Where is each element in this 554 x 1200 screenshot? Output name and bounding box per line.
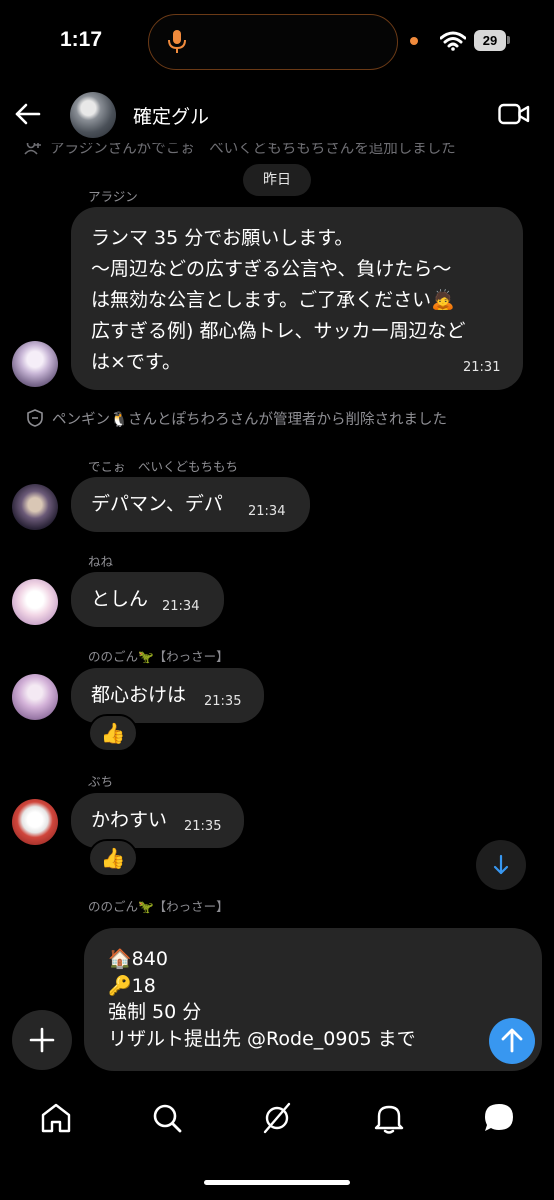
message-text: かわすい [91, 809, 168, 831]
message-text: ランマ 35 分でお願いします。 〜周辺などの広すぎる公言や、負けたら〜 は無効… [91, 223, 465, 378]
avatar[interactable] [12, 484, 58, 530]
message-line: 〜周辺などの広すぎる公言や、負けたら〜 [91, 258, 452, 280]
avatar[interactable] [12, 674, 58, 720]
message-line: は無効な公言とします。ご了承ください🙇 [91, 289, 455, 311]
message-time: 21:34 [162, 599, 200, 614]
message-text: としん [91, 588, 149, 610]
battery-tip [507, 36, 510, 44]
message-line: ランマ 35 分でお願いします。 [91, 227, 354, 249]
messages-icon[interactable] [482, 1101, 516, 1135]
message-bubble[interactable]: かわすい 21:35 [71, 793, 244, 848]
message-draft-text[interactable]: 🏠840 🔑18 強制 50 分 リザルト提出先 @Rode_0905 まで [108, 946, 416, 1052]
send-button[interactable] [489, 1018, 535, 1064]
arrow-up-icon [501, 1028, 523, 1053]
message-time: 21:34 [248, 504, 286, 519]
avatar[interactable] [12, 341, 58, 387]
message-input[interactable]: 🏠840 🔑18 強制 50 分 リザルト提出先 @Rode_0905 まで [84, 928, 542, 1071]
message-bubble[interactable]: としん 21:34 [71, 572, 224, 627]
sender-name: ぶち [88, 774, 114, 789]
bottom-navigation [0, 1085, 554, 1149]
battery-level: 29 [474, 30, 506, 51]
system-message-text: ペンギン🐧さんとぽちわろさんが管理者から削除されました [52, 412, 448, 428]
wifi-icon [440, 31, 466, 51]
admin-shield-icon [27, 409, 43, 427]
add-attachment-button[interactable] [12, 1010, 72, 1070]
microphone-icon [168, 30, 186, 53]
scroll-to-bottom-button[interactable] [476, 840, 526, 890]
message-text: デパマン、デパ [91, 493, 223, 515]
sender-name: でこぉ べいくどもちもち [88, 459, 239, 474]
reaction-thumbs-up[interactable]: 👍 [88, 714, 138, 752]
message-line: 広すぎる例) 都心偽トレ、サッカー周辺など [91, 320, 466, 342]
avatar[interactable] [12, 579, 58, 625]
arrow-down-icon [493, 854, 509, 875]
video-call-icon[interactable] [498, 102, 530, 126]
back-arrow-icon[interactable] [14, 100, 42, 128]
avatar[interactable] [12, 799, 58, 845]
reply-sender-name: ののごん🦖【わっさー】 [88, 899, 229, 914]
system-message-text: アラジンさんがでこぉ べいくどもちもちさんを追加しました [50, 141, 456, 157]
plus-icon [29, 1027, 55, 1053]
message-bubble[interactable]: デパマン、デパ 21:34 [71, 477, 310, 532]
chat-header: 確定グル [0, 84, 554, 144]
notifications-icon[interactable] [372, 1101, 406, 1135]
message-line: は×です。 [91, 351, 182, 373]
search-icon[interactable] [150, 1101, 184, 1135]
sender-name: アラジン [88, 189, 138, 204]
message-text: 都心おけは [91, 684, 187, 706]
status-time: 1:17 [60, 28, 103, 51]
mic-indicator-dot [410, 37, 418, 45]
group-avatar[interactable] [70, 92, 116, 138]
sender-name: ねね [88, 554, 114, 569]
explore-icon[interactable] [260, 1101, 294, 1135]
reaction-thumbs-up[interactable]: 👍 [88, 839, 138, 877]
system-message-removed: ペンギン🐧さんとぽちわろさんが管理者から削除されました [26, 408, 447, 429]
dynamic-island [148, 14, 398, 70]
sender-name: ののごん🦖【わっさー】 [88, 649, 229, 664]
message-time: 21:35 [184, 819, 222, 834]
date-divider: 昨日 [243, 164, 311, 196]
message-time: 21:31 [463, 360, 501, 375]
message-time: 21:35 [204, 694, 242, 709]
group-title[interactable]: 確定グル [133, 102, 209, 129]
status-bar: 1:17 29 [0, 0, 554, 84]
home-icon[interactable] [39, 1101, 73, 1135]
home-indicator [204, 1180, 350, 1185]
message-bubble[interactable]: ランマ 35 分でお願いします。 〜周辺などの広すぎる公言や、負けたら〜 は無効… [71, 207, 523, 390]
